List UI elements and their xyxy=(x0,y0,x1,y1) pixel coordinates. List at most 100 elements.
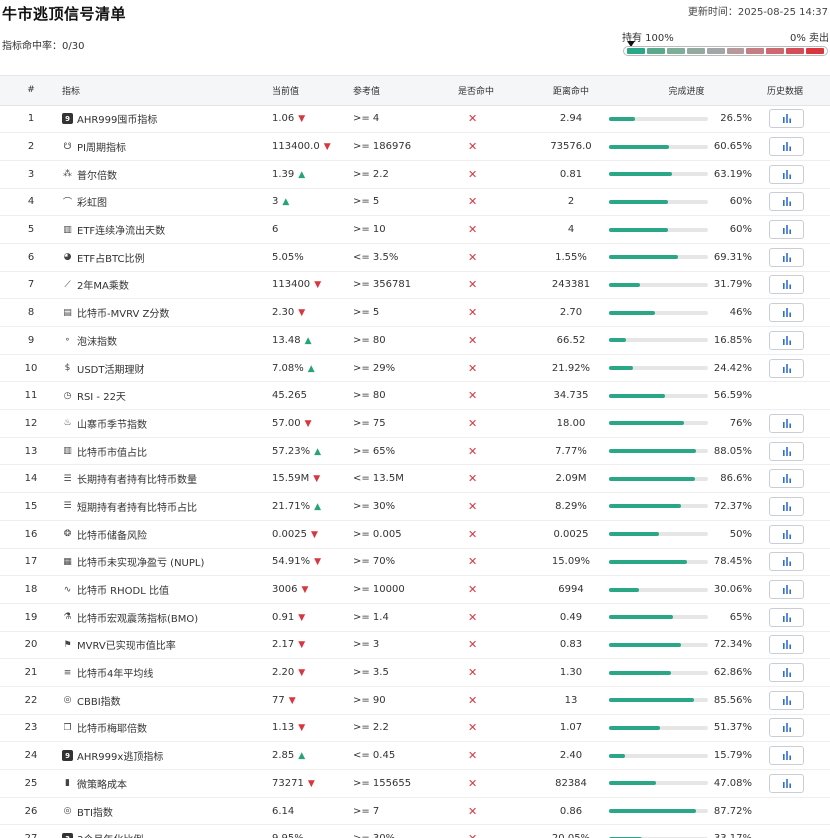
progress-bar-fill xyxy=(609,670,672,675)
progress-cell: 51.37% xyxy=(609,714,764,743)
hit-cell: ✕ xyxy=(458,714,533,743)
indicator-cell: ◷ RSI - 22天 xyxy=(62,381,264,411)
bar-chart-icon xyxy=(782,668,791,678)
history-chart-button[interactable] xyxy=(769,358,804,378)
current-value: 6 xyxy=(272,224,279,236)
hit-cell: ✕ xyxy=(458,105,533,134)
current-value: 1.13 xyxy=(272,722,295,734)
indicator-name: 长期持有者持有比特币数量 xyxy=(77,475,197,487)
distance-value: 66.52 xyxy=(533,326,609,355)
row-index: 4 xyxy=(0,188,62,217)
indicator-cell: ∿ 比特币 RHODL 比值 xyxy=(62,575,264,604)
history-chart-button[interactable] xyxy=(769,496,804,516)
progress-percent: 33.17% xyxy=(708,833,752,838)
reference-value: <= 3.5% xyxy=(350,243,458,272)
table-row: 8 ▤ 比特币-MVRV Z分数 2.30 ▼ >= 5 ✕ 2.70 46% xyxy=(0,298,830,327)
history-chart-button[interactable] xyxy=(769,137,804,157)
history-chart-button[interactable] xyxy=(769,552,804,572)
history-chart-button[interactable] xyxy=(769,663,804,683)
reference-value: >= 80 xyxy=(350,381,458,411)
distance-value: 18.00 xyxy=(533,409,609,438)
current-value: 73271 xyxy=(272,777,304,789)
signal-table-container[interactable]: # 指标 当前值 参考值 是否命中 距离命中 完成进度 历史数据 1 9 AHR99… xyxy=(0,75,830,838)
table-row: 12 ♨ 山寨币季节指数 57.00 ▼ >= 75 ✕ 18.00 76% xyxy=(0,409,830,438)
history-chart-button[interactable] xyxy=(769,580,804,600)
row-index: 10 xyxy=(0,354,62,383)
miss-x-icon: ✕ xyxy=(468,472,478,486)
indicator-name: 2年MA乘数 xyxy=(77,281,129,293)
history-chart-button[interactable] xyxy=(769,690,804,710)
current-value: 2.85 xyxy=(272,750,295,762)
indicator-cell: 9 AHR999囤币指标 xyxy=(62,105,264,134)
reference-value: >= 4 xyxy=(350,105,458,134)
history-chart-button[interactable] xyxy=(769,330,804,350)
bar-chart-icon xyxy=(782,501,791,511)
page-title: 牛市逃顶信号清单 xyxy=(2,5,127,23)
history-cell xyxy=(764,437,830,466)
hit-cell: ✕ xyxy=(458,658,533,687)
history-chart-button[interactable] xyxy=(769,303,804,323)
current-value-cell: 2.20 ▼ xyxy=(264,658,350,687)
progress-cell: 33.17% xyxy=(609,824,764,838)
progress-percent: 72.34% xyxy=(713,639,752,651)
table-header-row: # 指标 当前值 参考值 是否命中 距离命中 完成进度 历史数据 xyxy=(0,76,830,106)
history-chart-button[interactable] xyxy=(769,607,804,627)
current-value-cell: 77 ▼ xyxy=(264,686,350,715)
distance-value: 1.07 xyxy=(533,714,609,743)
history-chart-button[interactable] xyxy=(769,192,804,212)
distance-value: 0.83 xyxy=(533,631,609,660)
col-header-index: # xyxy=(0,76,62,106)
bar-chart-icon xyxy=(782,114,791,124)
progress-percent: 72.37% xyxy=(713,500,752,512)
progress-bar-fill xyxy=(609,698,694,703)
row-index: 21 xyxy=(0,658,62,687)
indicator-name: 比特币4年平均线 xyxy=(77,669,154,681)
distance-value: 0.81 xyxy=(533,160,609,189)
table-row: 22 ◎ CBBI指数 77 ▼ >= 90 ✕ 13 85.56% xyxy=(0,686,830,715)
indicator-cell: ☰ 短期持有者持有比特币占比 xyxy=(62,492,264,521)
current-value: 15.59M xyxy=(272,473,310,485)
history-chart-button[interactable] xyxy=(769,635,804,655)
reference-value: >= 3.5 xyxy=(350,658,458,687)
current-value: 5.05% xyxy=(272,251,304,263)
indicator-name: 比特币宏观震荡指标(BMO) xyxy=(77,613,199,625)
col-header-hit: 是否命中 xyxy=(458,76,533,106)
history-chart-button[interactable] xyxy=(769,275,804,295)
history-chart-button[interactable] xyxy=(769,718,804,738)
clock-icon: ◷ xyxy=(63,390,72,401)
history-chart-button[interactable] xyxy=(769,441,804,461)
col-header-distance: 距离命中 xyxy=(533,76,609,106)
reference-value: >= 30% xyxy=(350,824,458,838)
hit-cell: ✕ xyxy=(458,492,533,521)
col-header-progress: 完成进度 xyxy=(609,76,764,106)
history-chart-button[interactable] xyxy=(769,773,804,793)
distance-value: 2.94 xyxy=(533,105,609,134)
table-row: 19 ⚗ 比特币宏观震荡指标(BMO) 0.91 ▼ >= 1.4 ✕ 0.49 65% xyxy=(0,603,830,632)
hit-cell: ✕ xyxy=(458,271,533,300)
history-chart-button[interactable] xyxy=(769,524,804,544)
history-chart-button[interactable] xyxy=(769,164,804,184)
indicator-name: 比特币未实现净盈亏 (NUPL) xyxy=(77,558,205,570)
box-9-icon: 9 xyxy=(62,750,73,762)
progress-bar-fill xyxy=(609,393,666,398)
history-chart-button[interactable] xyxy=(769,413,804,433)
hit-cell: ✕ xyxy=(458,215,533,244)
progress-percent: 47.08% xyxy=(713,777,752,789)
database-icon: ☰ xyxy=(63,473,72,484)
history-chart-button[interactable] xyxy=(769,746,804,766)
distance-value: 21.92% xyxy=(533,354,609,383)
progress-bar-fill xyxy=(609,642,681,647)
reference-value: <= 13.5M xyxy=(350,464,458,494)
row-index: 13 xyxy=(0,437,62,466)
history-chart-button[interactable] xyxy=(769,220,804,240)
history-cell xyxy=(764,243,830,272)
pie-chart-icon: ◕ xyxy=(63,252,72,263)
current-value-cell: 1.13 ▼ xyxy=(264,714,350,743)
distance-value: 34.735 xyxy=(533,381,609,411)
progress-bar xyxy=(609,144,708,149)
current-value: 113400.0 xyxy=(272,141,320,153)
history-chart-button[interactable] xyxy=(769,247,804,267)
history-chart-button[interactable] xyxy=(769,469,804,489)
history-chart-button[interactable] xyxy=(769,109,804,129)
hit-cell: ✕ xyxy=(458,132,533,161)
